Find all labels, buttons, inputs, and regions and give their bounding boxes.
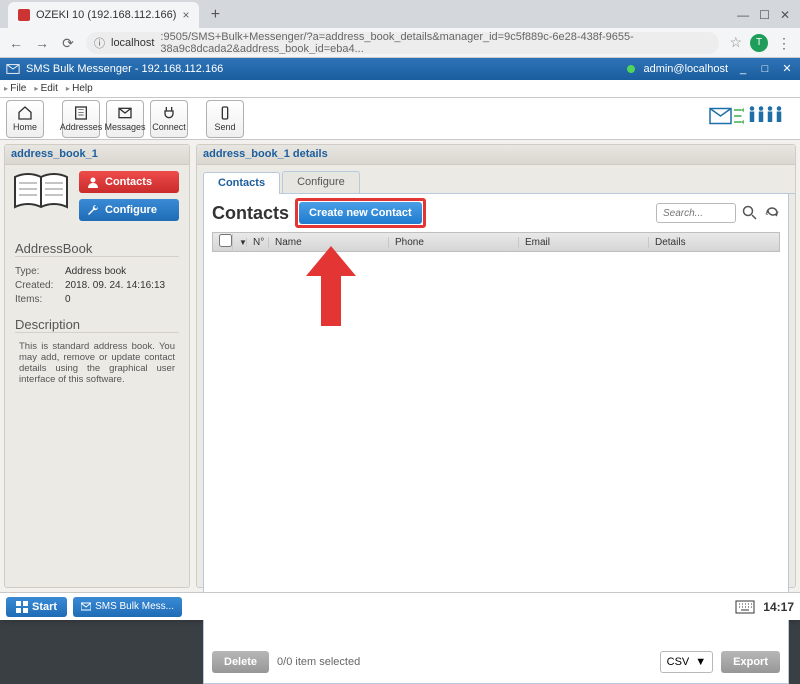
forward-icon[interactable]: → <box>34 35 50 51</box>
taskbar: Start SMS Bulk Mess... 14:17 <box>0 592 800 620</box>
status-dot-icon <box>627 65 635 73</box>
taskbar-item[interactable]: SMS Bulk Mess... <box>73 597 182 617</box>
wrench-icon <box>87 204 99 216</box>
favicon-icon <box>18 9 30 21</box>
task-icon <box>81 602 91 612</box>
tab-close-icon[interactable]: × <box>182 8 189 22</box>
address-bar[interactable]: ⓘ localhost :9505/SMS+Bulk+Messenger/?a=… <box>86 32 719 54</box>
bookmark-icon[interactable]: ☆ <box>729 34 742 51</box>
contacts-button[interactable]: Contacts <box>79 171 179 193</box>
maximize-icon[interactable]: ☐ <box>759 8 770 22</box>
url-host: localhost <box>111 37 154 49</box>
tab-strip: OZEKI 10 (192.168.112.166) × + — ☐ ✕ <box>0 0 800 28</box>
main-toolbar: Home Addresses Messages Connect Send <box>0 98 800 140</box>
app-user[interactable]: admin@localhost <box>643 63 728 75</box>
sort-icon[interactable]: ▼ <box>233 238 247 247</box>
connect-button[interactable]: Connect <box>150 100 188 138</box>
keyboard-icon[interactable] <box>735 600 755 614</box>
menu-icon[interactable]: ⋮ <box>776 35 792 51</box>
selection-info: 0/0 item selected <box>277 656 360 668</box>
url-path: :9505/SMS+Bulk+Messenger/?a=address_book… <box>160 32 711 54</box>
left-pane: address_book_1 Contacts Configure <box>4 144 190 588</box>
reload-icon[interactable]: ⟳ <box>60 35 76 51</box>
profile-avatar[interactable]: T <box>750 34 768 52</box>
col-email[interactable]: Email <box>519 237 649 248</box>
app-viewport: SMS Bulk Messenger - 192.168.112.166 adm… <box>0 58 800 620</box>
window-controls: — ☐ ✕ <box>727 8 800 28</box>
select-all-checkbox[interactable] <box>219 234 232 247</box>
chevron-down-icon: ▼ <box>695 656 706 668</box>
browser-tab[interactable]: OZEKI 10 (192.168.112.166) × <box>8 2 199 28</box>
addressbook-heading: AddressBook <box>15 241 179 257</box>
minimize-icon[interactable]: — <box>737 8 749 22</box>
tab-configure[interactable]: Configure <box>282 171 360 193</box>
send-button[interactable]: Send <box>206 100 244 138</box>
clock-area: 14:17 <box>735 600 794 614</box>
contacts-heading: Contacts <box>212 203 289 224</box>
new-tab-button[interactable]: + <box>205 5 225 25</box>
app-title: SMS Bulk Messenger - 192.168.112.166 <box>26 63 223 75</box>
workarea: address_book_1 Contacts Configure <box>0 140 800 592</box>
col-phone[interactable]: Phone <box>389 237 519 248</box>
address-book-icon <box>11 171 71 213</box>
search-input[interactable] <box>656 203 736 223</box>
menu-edit[interactable]: Edit <box>34 83 57 94</box>
refresh-icon[interactable] <box>764 205 780 221</box>
toolbar-logo <box>706 101 794 136</box>
configure-button[interactable]: Configure <box>79 199 179 221</box>
nav-toolbar: ← → ⟳ ⓘ localhost :9505/SMS+Bulk+Messeng… <box>0 28 800 58</box>
menu-bar: File Edit Help <box>0 80 800 98</box>
delete-button[interactable]: Delete <box>212 651 269 673</box>
items-label: Items: <box>15 294 65 305</box>
export-button[interactable]: Export <box>721 651 780 673</box>
start-button[interactable]: Start <box>6 597 67 617</box>
tab-contacts[interactable]: Contacts <box>203 172 280 194</box>
col-name[interactable]: Name <box>269 237 389 248</box>
table-header: ▼ N° Name Phone Email Details <box>212 232 780 252</box>
app-min-icon[interactable]: _ <box>736 62 750 76</box>
menu-file[interactable]: File <box>4 83 26 94</box>
items-value: 0 <box>65 294 71 305</box>
app-max-icon[interactable]: □ <box>758 62 772 76</box>
app-close-icon[interactable]: ✕ <box>780 62 794 76</box>
close-icon[interactable]: ✕ <box>780 8 790 22</box>
app-titlebar: SMS Bulk Messenger - 192.168.112.166 adm… <box>0 58 800 80</box>
addresses-button[interactable]: Addresses <box>62 100 100 138</box>
app-icon <box>6 62 20 76</box>
tab-title: OZEKI 10 (192.168.112.166) <box>36 9 176 21</box>
clock-time: 14:17 <box>763 600 794 614</box>
home-button[interactable]: Home <box>6 100 44 138</box>
created-value: 2018. 09. 24. 14:16:13 <box>65 280 165 291</box>
col-details[interactable]: Details <box>649 237 779 248</box>
start-icon <box>16 601 28 613</box>
pane-tabs: Contacts Configure <box>203 171 795 194</box>
col-no[interactable]: N° <box>247 237 269 248</box>
search-icon[interactable] <box>742 205 758 221</box>
right-pane-title: address_book_1 details <box>197 145 795 165</box>
browser-window: OZEKI 10 (192.168.112.166) × + — ☐ ✕ ← →… <box>0 0 800 620</box>
description-heading: Description <box>15 317 179 333</box>
description-text: This is standard address book. You may a… <box>15 337 179 389</box>
right-pane: address_book_1 details Contacts Configur… <box>196 144 796 588</box>
site-info-icon[interactable]: ⓘ <box>94 35 105 51</box>
create-contact-button[interactable]: Create new Contact <box>299 202 422 224</box>
messages-button[interactable]: Messages <box>106 100 144 138</box>
arrow-annotation <box>306 246 356 326</box>
format-select[interactable]: CSV▼ <box>660 651 714 673</box>
menu-help[interactable]: Help <box>66 83 93 94</box>
back-icon[interactable]: ← <box>8 35 24 51</box>
left-pane-title: address_book_1 <box>5 145 189 165</box>
person-icon <box>87 176 99 188</box>
table-footer: Delete 0/0 item selected CSV▼ Export <box>212 649 780 675</box>
